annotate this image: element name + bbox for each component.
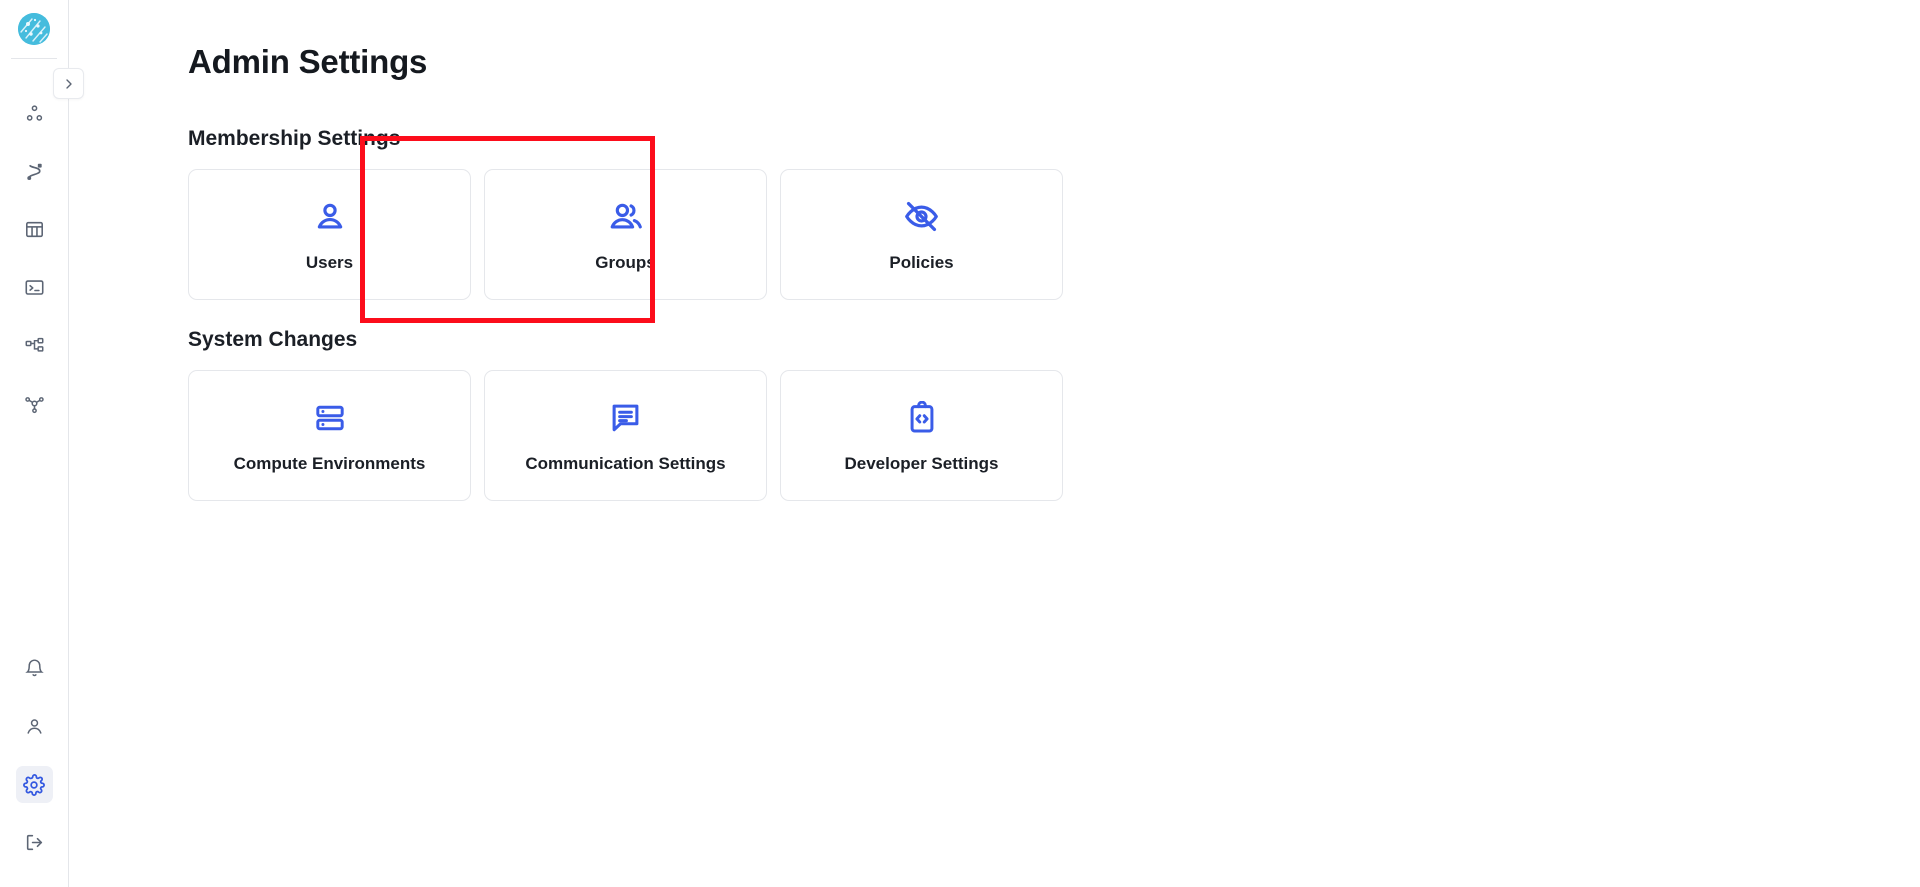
clipboard-code-icon xyxy=(905,398,939,438)
card-communication-settings[interactable]: Communication Settings xyxy=(484,370,767,502)
sidebar-item-runs[interactable] xyxy=(16,153,53,190)
people-group-icon xyxy=(608,197,644,237)
sidebar-item-notifications[interactable] xyxy=(16,650,53,687)
sidebar-item-settings[interactable] xyxy=(15,766,53,803)
gear-icon xyxy=(23,773,45,796)
membership-card-row: Users Groups Policies xyxy=(188,169,1920,301)
logout-icon xyxy=(26,834,42,851)
sidebar-item-logout[interactable] xyxy=(16,824,53,861)
sidebar-item-pipelines[interactable] xyxy=(16,95,53,132)
card-label-users: Users xyxy=(305,252,354,272)
person-icon xyxy=(26,719,42,734)
network-hub-icon xyxy=(24,397,44,414)
app-root: Admin Settings Membership Settings Users xyxy=(0,0,1920,887)
server-storage-icon xyxy=(313,398,347,438)
app-logo[interactable] xyxy=(0,0,69,58)
eye-off-icon xyxy=(903,197,940,237)
bell-icon xyxy=(24,659,44,677)
sidebar-primary-nav xyxy=(16,95,53,422)
chevron-right-icon xyxy=(65,78,72,89)
card-compute-environments[interactable]: Compute Environments xyxy=(188,370,471,502)
terminal-icon xyxy=(24,280,44,295)
sidebar-item-account[interactable] xyxy=(16,708,53,745)
card-label-developer-settings: Developer Settings xyxy=(844,453,999,473)
sidebar-item-terminal[interactable] xyxy=(16,269,53,306)
main-content: Admin Settings Membership Settings Users xyxy=(69,0,1920,887)
sidebar-item-network[interactable] xyxy=(16,385,53,422)
page-title: Admin Settings xyxy=(188,43,428,80)
section-title-membership: Membership Settings xyxy=(188,127,401,151)
card-label-communication-settings: Communication Settings xyxy=(525,453,726,473)
section-title-system-changes: System Changes xyxy=(188,328,358,352)
card-label-groups: Groups xyxy=(595,252,656,272)
card-policies[interactable]: Policies xyxy=(780,169,1063,301)
card-label-compute-environments: Compute Environments xyxy=(233,453,426,473)
route-icon xyxy=(26,163,42,180)
sidebar-secondary-nav xyxy=(15,650,53,861)
sidebar-divider xyxy=(11,58,57,59)
card-developer-settings[interactable]: Developer Settings xyxy=(780,370,1063,502)
system-changes-card-row: Compute Environments Communication Setti… xyxy=(188,370,1920,502)
person-icon xyxy=(312,197,348,237)
sitemap-icon xyxy=(25,337,43,352)
circuit-globe-logo xyxy=(18,13,50,45)
card-label-policies: Policies xyxy=(889,252,954,272)
chat-bubble-icon xyxy=(608,398,643,438)
table-icon xyxy=(25,221,43,238)
card-users[interactable]: Users xyxy=(188,169,471,301)
nodes-icon xyxy=(26,105,42,121)
sidebar-item-tables[interactable] xyxy=(16,211,53,248)
sidebar-expand-button[interactable] xyxy=(53,68,84,99)
sidebar xyxy=(0,0,84,887)
card-groups[interactable]: Groups xyxy=(484,169,767,301)
sidebar-item-workflows[interactable] xyxy=(16,327,53,364)
